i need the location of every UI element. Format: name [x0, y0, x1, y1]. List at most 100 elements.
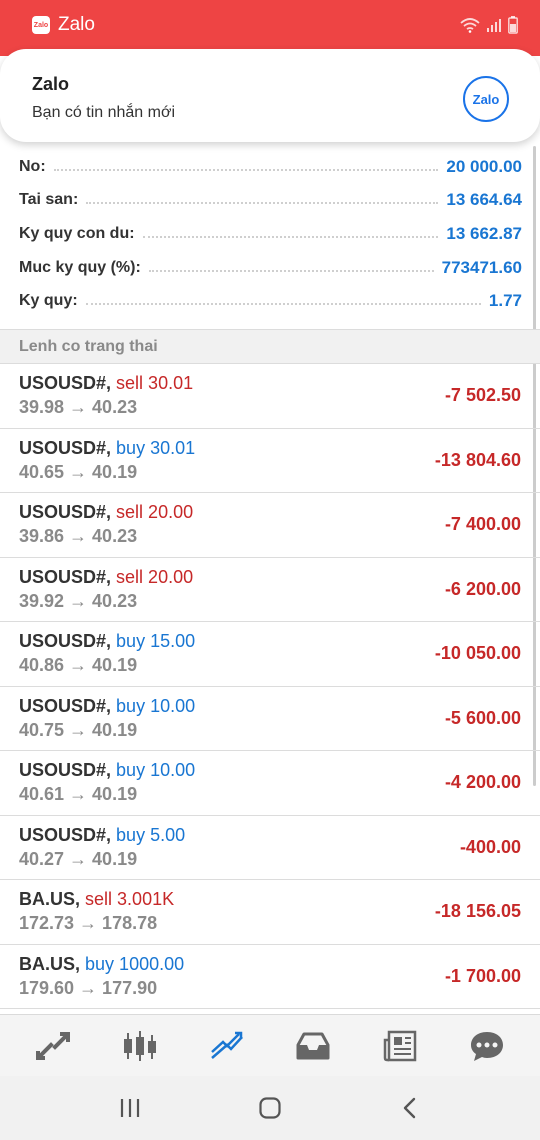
signal-icon — [487, 19, 501, 32]
position-prices: 40.75 → 40.19 — [19, 719, 138, 740]
tab-quotes[interactable] — [23, 1021, 83, 1071]
position-row[interactable]: USOUSD#, sell 20.00 39.92 → 40.23 -6 200.0… — [0, 558, 540, 622]
position-side: buy 15.00 — [116, 631, 196, 651]
position-header: USOUSD#, buy 10.00 — [19, 696, 195, 717]
summary-label: Ky quy: — [19, 292, 78, 310]
summary-value: 13 664.64 — [446, 190, 522, 210]
tab-chat[interactable] — [457, 1021, 517, 1071]
summary-label: Tai san: — [19, 191, 79, 209]
position-row[interactable]: USOUSD#, sell 30.01 39.98 → 40.23 -7 502.5… — [0, 364, 540, 429]
position-profit: -400.00 — [459, 836, 521, 857]
notification-title: Zalo — [32, 74, 70, 94]
summary-label: No: — [19, 157, 46, 175]
tab-news[interactable] — [370, 1021, 430, 1071]
position-profit: -7 502.50 — [444, 385, 521, 405]
position-prices: 39.92 → 40.23 — [19, 590, 138, 611]
position-symbol: USOUSD#, — [19, 373, 112, 393]
position-symbol: USOUSD#, — [19, 437, 112, 458]
position-header: USOUSD#, sell 30.01 — [19, 373, 193, 394]
positions-list: USOUSD#, sell 30.01 39.98 → 40.23 -7 502.5… — [0, 364, 540, 1009]
position-row[interactable]: USOUSD#, buy 30.01 40.65 → 40.19 -13 804.6… — [0, 429, 540, 493]
position-profit: -7 400.00 — [444, 514, 521, 534]
position-symbol: USOUSD#, — [19, 566, 112, 587]
position-row[interactable]: USOUSD#, buy 5.00 40.27 → 40.19 -400.00 — [0, 816, 540, 880]
position-side: buy 1000.00 — [85, 953, 185, 974]
bottom-toolbar — [0, 1014, 540, 1076]
back-button[interactable] — [380, 1083, 440, 1133]
zalo-logo-icon: Zalo — [463, 76, 509, 122]
position-profit: -1 700.00 — [444, 965, 521, 986]
position-row[interactable]: BA.US, buy 1000.00 179.60 → 177.90 -1 700.… — [0, 945, 540, 1009]
position-prices: 40.61 → 40.19 — [19, 784, 138, 804]
position-side: buy 10.00 — [116, 760, 196, 780]
wifi-icon — [460, 18, 480, 33]
position-row[interactable]: USOUSD#, buy 10.00 40.61 → 40.19 -4 200.00 — [0, 751, 540, 816]
dotted-leader — [86, 202, 439, 205]
summary-value: 1.77 — [488, 291, 522, 311]
notification-message: Bạn có tin nhắn mới — [32, 104, 176, 121]
position-symbol: USOUSD#, — [19, 695, 112, 716]
position-prices: 40.65 → 40.19 — [19, 461, 138, 482]
position-side: sell 30.01 — [116, 373, 194, 393]
position-side: buy 5.00 — [116, 824, 186, 845]
position-profit: -18 156.05 — [434, 901, 521, 921]
position-prices: 179.60 → 177.90 — [19, 977, 158, 998]
zalo-app-icon: Zalo — [32, 16, 50, 34]
account-summary: No: 20 000.00 Tai san: 13 664.64 Ky quy … — [0, 150, 540, 318]
recent-apps-button[interactable] — [100, 1083, 160, 1133]
summary-value: 13 662.87 — [446, 223, 522, 243]
position-row[interactable]: BA.US, sell 3.001K 172.73 → 178.78 -18 156… — [0, 880, 540, 945]
position-header: USOUSD#, buy 15.00 — [19, 631, 195, 652]
position-prices: 172.73 → 178.78 — [19, 913, 158, 933]
position-header: USOUSD#, buy 30.01 — [19, 438, 195, 459]
section-header-positions: Lenh co trang thai — [0, 329, 540, 364]
home-icon — [259, 1097, 281, 1119]
status-app: Zalo Zalo — [32, 14, 95, 36]
position-profit: -6 200.00 — [444, 578, 521, 599]
dotted-leader — [148, 269, 434, 272]
candlestick-chart-icon — [123, 1030, 156, 1061]
position-header: USOUSD#, buy 10.00 — [19, 760, 195, 781]
position-symbol: USOUSD#, — [19, 760, 112, 780]
position-header: BA.US, sell 3.001K — [19, 889, 174, 910]
position-row[interactable]: USOUSD#, buy 15.00 40.86 → 40.19 -10 050.0… — [0, 622, 540, 687]
tab-trade[interactable] — [197, 1021, 257, 1071]
home-button[interactable] — [240, 1083, 300, 1133]
position-row[interactable]: USOUSD#, buy 10.00 40.75 → 40.19 -5 600.00 — [0, 687, 540, 751]
position-profit: -13 804.60 — [434, 449, 521, 470]
position-header: USOUSD#, sell 20.00 — [19, 567, 193, 588]
chat-icon — [470, 1031, 503, 1061]
quotes-arrows-icon — [36, 1031, 71, 1060]
position-side: sell 3.001K — [85, 889, 175, 909]
news-icon — [383, 1030, 417, 1061]
summary-row-balance: No: 20 000.00 — [0, 150, 540, 184]
recent-apps-icon — [120, 1099, 140, 1117]
position-side: sell 20.00 — [116, 502, 194, 522]
position-header: USOUSD#, sell 20.00 — [19, 502, 193, 523]
system-nav-bar — [0, 1076, 540, 1140]
position-prices: 40.27 → 40.19 — [19, 848, 138, 869]
position-symbol: USOUSD#, — [19, 502, 112, 522]
summary-row-margin-level: Muc ky quy (%): 773471.60 — [0, 251, 540, 285]
notification-card[interactable]: Zalo Bạn có tin nhắn mới Zalo — [0, 49, 540, 142]
position-profit: -4 200.00 — [444, 772, 521, 792]
summary-row-margin: Ky quy: 1.77 — [0, 284, 540, 318]
position-row[interactable]: USOUSD#, sell 20.00 39.86 → 40.23 -7 400.0… — [0, 493, 540, 558]
position-side: buy 10.00 — [116, 695, 196, 716]
position-prices: 39.86 → 40.23 — [19, 526, 138, 546]
dotted-leader — [142, 235, 439, 238]
position-symbol: BA.US, — [19, 889, 81, 909]
dotted-leader — [85, 303, 481, 306]
status-app-name: Zalo — [58, 14, 95, 35]
position-symbol: USOUSD#, — [19, 824, 112, 845]
position-side: buy 30.01 — [116, 437, 196, 458]
tab-history[interactable] — [283, 1021, 343, 1071]
status-bar: Zalo Zalo — [0, 0, 540, 56]
tab-chart[interactable] — [110, 1021, 170, 1071]
summary-value: 773471.60 — [441, 257, 522, 277]
status-indicators — [460, 16, 518, 34]
position-header: BA.US, buy 1000.00 — [19, 954, 184, 975]
position-symbol: BA.US, — [19, 953, 81, 974]
battery-icon — [508, 16, 518, 34]
trade-icon — [210, 1031, 243, 1059]
